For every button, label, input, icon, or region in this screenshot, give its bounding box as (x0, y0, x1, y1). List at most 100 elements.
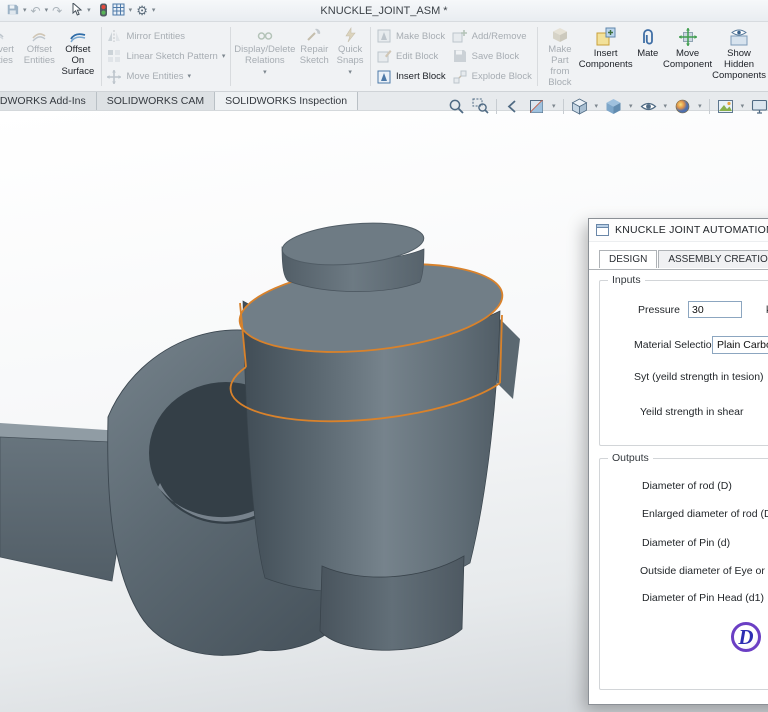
apply-scene-caret[interactable]: ▾ (741, 103, 745, 110)
convert-entities-icon (0, 27, 5, 43)
add-remove-icon (452, 28, 468, 44)
display-style-caret[interactable]: ▾ (629, 103, 633, 110)
rebuild-icon[interactable] (99, 3, 108, 19)
outputs-groupbox: Outputs Diameter of rod (D) Enlarged dia… (599, 452, 768, 690)
save-block-icon (452, 48, 468, 64)
zoom-to-fit-icon[interactable] (448, 98, 465, 115)
dialog-titlebar[interactable]: KNUCKLE JOINT AUTOMATION (589, 219, 768, 242)
output-enlarged-diameter-label: Enlarged diameter of rod (D1) (642, 508, 768, 520)
edit-appearance-icon[interactable] (674, 98, 691, 115)
select-cursor-icon[interactable] (72, 1, 83, 18)
make-block-button[interactable]: Make Block (376, 27, 448, 45)
view-orientation-icon[interactable] (571, 98, 588, 115)
file-properties-caret[interactable]: ▾ (129, 7, 133, 14)
section-view-caret[interactable]: ▾ (552, 103, 556, 110)
output-diameter-rod-label: Diameter of rod (D) (642, 480, 732, 492)
document-title: KNUCKLE_JOINT_ASM * (320, 4, 448, 17)
repair-sketch-button[interactable]: Repair Sketch (295, 24, 333, 89)
redo-icon[interactable]: ↷ (52, 5, 62, 17)
ribbon-separator (230, 27, 232, 86)
block-tools-stack-2: Add/Remove Save Block Explode Block (450, 24, 535, 89)
save-flyout-caret[interactable]: ▾ (23, 7, 27, 14)
add-remove-button[interactable]: Add/Remove (452, 27, 533, 45)
knuckle-joint-automation-dialog: KNUCKLE JOINT AUTOMATION DESIGN ASSEMBLY… (588, 218, 768, 705)
output-diameter-pin-label: Diameter of Pin (d) (642, 537, 731, 549)
quick-access-toolbar: ▾ ↶ ▾ ↷ ▾ ▾ ⚙ ▾ (6, 1, 156, 19)
edit-block-button[interactable]: Edit Block (376, 47, 448, 65)
move-entities-button[interactable]: Move Entities ▾ (106, 68, 225, 86)
output-outside-diameter-label: Outside diameter of Eye or Fork (640, 565, 768, 577)
tab-solidworks-addins[interactable]: SOLIDWORKS Add-Ins (0, 92, 97, 110)
ribbon-separator (100, 27, 102, 86)
ribbon-separator (537, 27, 539, 86)
explode-block-button[interactable]: Explode Block (452, 68, 533, 86)
hide-show-items-icon[interactable] (640, 98, 657, 115)
previous-view-icon[interactable] (504, 98, 521, 115)
pressure-input[interactable] (688, 301, 742, 318)
undo-flyout-caret[interactable]: ▾ (45, 7, 49, 14)
file-properties-icon[interactable] (112, 3, 125, 18)
mirror-entities-button[interactable]: Mirror Entities (106, 27, 225, 45)
linear-pattern-caret[interactable]: ▾ (222, 53, 226, 60)
convert-entities-button[interactable]: Convert Entities (0, 24, 21, 89)
tab-solidworks-cam[interactable]: SOLIDWORKS CAM (96, 92, 216, 110)
model-top-boss[interactable] (281, 218, 426, 292)
tab-design[interactable]: DESIGN (599, 250, 658, 269)
dialog-title: KNUCKLE JOINT AUTOMATION (615, 224, 768, 236)
quick-snaps-button[interactable]: Quick Snaps ▾ (333, 24, 367, 89)
offset-entities-icon (31, 27, 47, 43)
hud-separator (496, 99, 497, 114)
insert-block-button[interactable]: Insert Block (376, 68, 448, 86)
mate-button[interactable]: Mate (633, 24, 663, 89)
quick-snaps-icon (342, 27, 358, 43)
edit-block-icon (376, 48, 392, 64)
tab-solidworks-inspection[interactable]: SOLIDWORKS Inspection (215, 92, 359, 110)
zoom-to-area-icon[interactable] (472, 98, 489, 115)
hud-separator (708, 99, 710, 114)
form-icon (596, 224, 609, 236)
options-gear-icon[interactable]: ⚙ (136, 4, 148, 17)
section-view-icon[interactable] (528, 98, 545, 115)
make-part-from-block-button[interactable]: Make Part from Block (541, 24, 579, 89)
offset-on-surface-button[interactable]: Offset On Surface (58, 24, 97, 89)
logo-d: D (731, 622, 761, 652)
tab-assembly-creation[interactable]: ASSEMBLY CREATION (658, 250, 768, 268)
edit-appearance-caret[interactable]: ▾ (698, 103, 702, 110)
make-part-from-block-icon (552, 27, 568, 43)
command-manager-ribbon: Convert Entities Offset Entities Offset … (0, 22, 768, 92)
dialog-tab-page: Inputs Pressure kN Material Selection Pl… (589, 269, 768, 704)
display-delete-relations-caret[interactable]: ▾ (263, 69, 267, 76)
save-block-button[interactable]: Save Block (452, 47, 533, 65)
quick-snaps-caret[interactable]: ▾ (348, 69, 352, 76)
ribbon-separator (370, 27, 371, 86)
apply-scene-icon[interactable] (717, 98, 734, 115)
outputs-group-title: Outputs (612, 452, 649, 464)
insert-block-icon (376, 69, 392, 85)
display-delete-relations-icon (257, 27, 273, 43)
syt-label: Syt (yeild strength in tesion) (634, 371, 764, 383)
move-component-button[interactable]: Move Component (663, 24, 712, 89)
move-entities-caret[interactable]: ▾ (187, 73, 191, 80)
view-settings-icon[interactable] (751, 98, 768, 115)
linear-sketch-pattern-icon (106, 48, 122, 64)
display-style-icon[interactable] (605, 98, 622, 115)
material-select[interactable]: Plain Carbon ▼ (712, 336, 768, 354)
save-icon[interactable] (6, 3, 19, 18)
explode-block-icon (452, 69, 468, 85)
offset-entities-button[interactable]: Offset Entities (21, 24, 59, 89)
display-delete-relations-button[interactable]: Display/Delete Relations ▾ (234, 24, 295, 89)
hide-show-items-caret[interactable]: ▾ (664, 103, 668, 110)
mate-icon (638, 27, 658, 47)
options-caret[interactable]: ▾ (152, 7, 156, 14)
repair-sketch-icon (306, 27, 322, 43)
insert-components-button[interactable]: Insert Components (579, 24, 633, 89)
select-flyout-caret[interactable]: ▾ (87, 7, 91, 14)
view-orientation-caret[interactable]: ▾ (595, 103, 599, 110)
mirror-entities-icon (106, 28, 122, 44)
linear-sketch-pattern-button[interactable]: Linear Sketch Pattern ▾ (106, 47, 225, 65)
move-entities-icon (106, 69, 122, 85)
hud-separator (562, 99, 564, 114)
entity-tools-stack: Mirror Entities Linear Sketch Pattern ▾ … (104, 24, 227, 89)
undo-icon[interactable]: ↶ (31, 5, 41, 17)
show-hidden-components-button[interactable]: Show Hidden Components (712, 24, 766, 89)
